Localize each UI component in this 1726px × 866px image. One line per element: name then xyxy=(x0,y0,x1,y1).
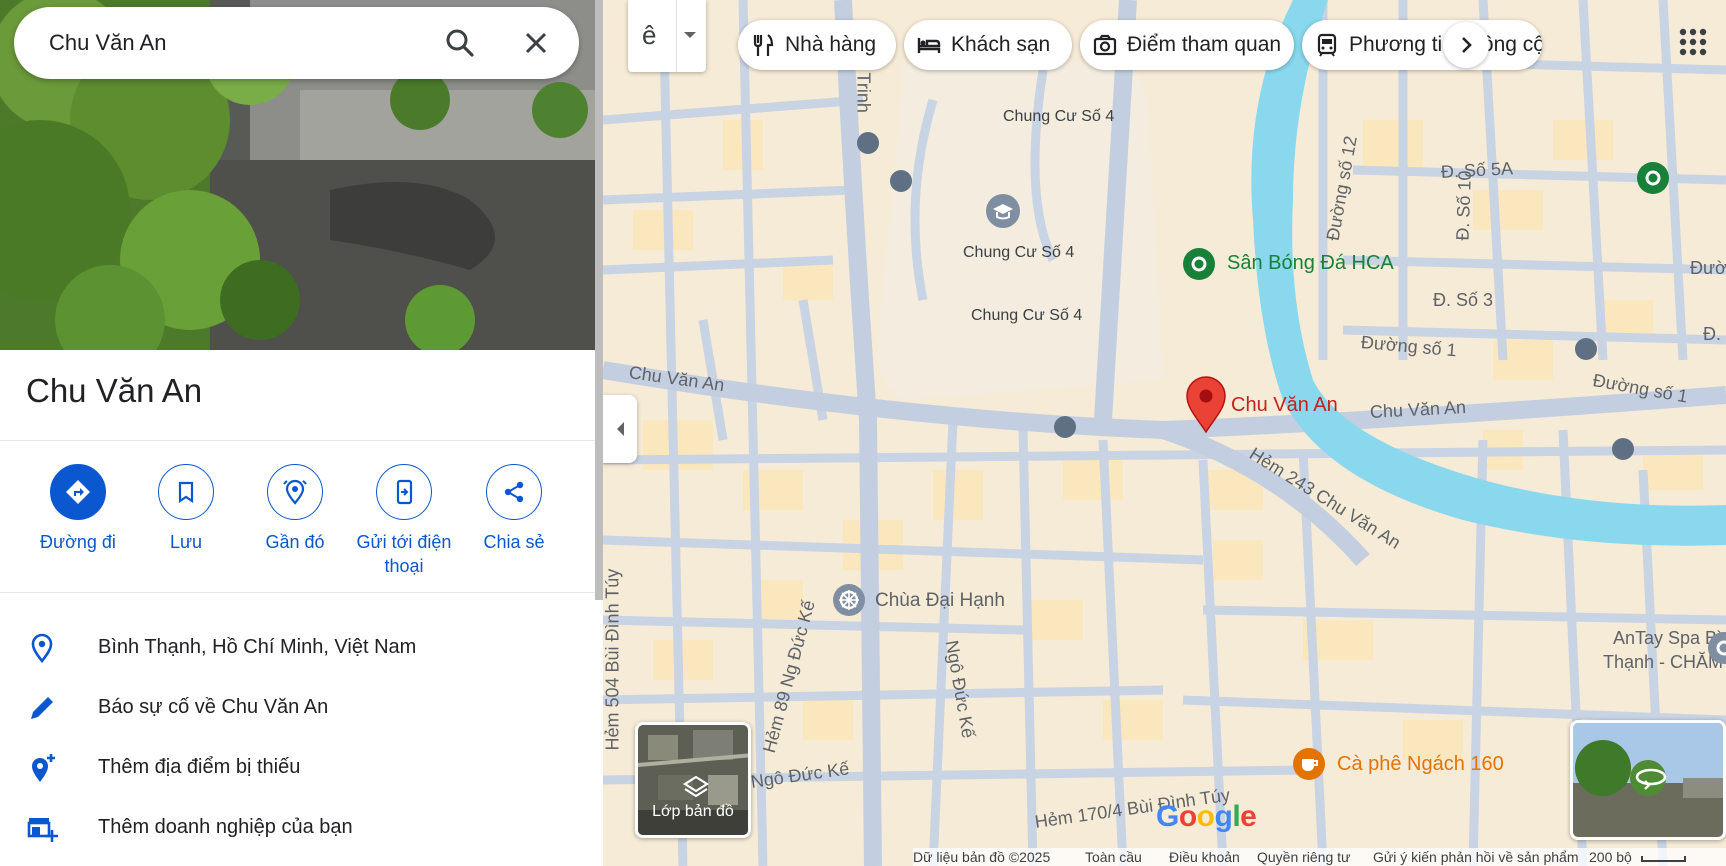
google-logo: Google xyxy=(1156,800,1257,833)
park-icon[interactable] xyxy=(1183,248,1215,280)
chip-hotels[interactable]: Khách sạn xyxy=(904,20,1072,70)
selected-place-pin-icon[interactable] xyxy=(1185,376,1227,434)
directions-icon xyxy=(50,464,106,520)
add-business-icon xyxy=(26,812,58,844)
address-text: Bình Thạnh, Hồ Chí Minh, Việt Nam xyxy=(98,636,417,658)
map-layers-button[interactable]: Lớp bản đồ xyxy=(635,722,751,838)
transit-icon xyxy=(1317,33,1337,57)
report-issue-row[interactable]: Báo sự cố về Chu Văn An xyxy=(0,680,595,736)
chip-label: Nhà hàng xyxy=(785,33,877,56)
street-label: Đườn xyxy=(1690,258,1726,278)
bus-stop-icon[interactable] xyxy=(890,170,912,192)
chip-label: Điểm tham quan xyxy=(1127,33,1282,56)
nearby-button[interactable]: Gần đó xyxy=(240,464,350,554)
temple-icon[interactable] xyxy=(833,584,865,616)
google-apps-button[interactable] xyxy=(1671,20,1715,64)
pencil-icon xyxy=(26,692,58,724)
apps-grid-icon xyxy=(1679,28,1707,56)
bus-stop-icon[interactable] xyxy=(1612,438,1634,460)
add-business-text: Thêm doanh nghiệp của bạn xyxy=(98,816,353,838)
directions-label: Đường đi xyxy=(40,532,116,552)
divider xyxy=(0,592,595,593)
map-label-building[interactable]: Chung Cư Số 4 xyxy=(971,307,1082,325)
chevron-left-icon xyxy=(617,422,624,436)
cafe-icon[interactable] xyxy=(1293,748,1325,780)
park-icon[interactable] xyxy=(1637,162,1669,194)
share-button[interactable]: Chia sẻ xyxy=(459,464,569,554)
address-row[interactable]: Bình Thạnh, Hồ Chí Minh, Việt Nam xyxy=(0,620,595,676)
chevron-down-icon[interactable] xyxy=(682,30,698,40)
send-to-phone-label: Gửi tới điện thoại xyxy=(356,532,452,576)
restaurant-icon xyxy=(753,34,774,56)
street-view-button[interactable] xyxy=(1570,720,1726,840)
map-canvas[interactable]: Chung Cư Số 4 Chung Cư Số 4 Chung Cư Số … xyxy=(603,0,1726,866)
share-icon xyxy=(486,464,542,520)
hotel-icon xyxy=(917,38,941,53)
bus-stop-icon[interactable] xyxy=(857,132,879,154)
place-panel: Chu Văn An Đường đi Lưu Gần đó Gửi tới đ… xyxy=(0,0,595,866)
scale-bar xyxy=(1641,856,1686,862)
global-link[interactable]: Toàn cầu xyxy=(1085,849,1142,865)
feedback-link[interactable]: Gửi ý kiến phản hồi về sản phẩm xyxy=(1373,849,1579,865)
privacy-link[interactable]: Quyền riêng tư xyxy=(1257,849,1350,865)
street-label: Đ. Số 5A xyxy=(1440,158,1514,182)
map-data-attribution[interactable]: Dữ liệu bản đồ ©2025 xyxy=(913,849,1050,865)
school-icon[interactable] xyxy=(986,194,1020,228)
poi-label-cafe[interactable]: Cà phê Ngách 160 xyxy=(1337,753,1504,776)
chips-next-button[interactable] xyxy=(1443,22,1489,68)
save-label: Lưu xyxy=(169,532,203,552)
send-to-phone-icon xyxy=(376,464,432,520)
street-label: Đ. Số 10 xyxy=(1452,170,1475,241)
search-icon[interactable] xyxy=(442,25,478,61)
chip-attractions[interactable]: Điểm tham quan xyxy=(1080,20,1294,70)
divider xyxy=(676,0,677,72)
poi-label-temple[interactable]: Chùa Đại Hạnh xyxy=(875,590,1005,612)
bookmark-icon xyxy=(158,464,214,520)
map-footer: Dữ liệu bản đồ ©2025 Toàn cầu Điều khoản… xyxy=(913,848,1726,866)
poi-label-park[interactable]: Sân Bóng Đá HCA xyxy=(1227,252,1394,275)
camera-icon xyxy=(1093,34,1117,56)
street-label: Đ. Số 3 xyxy=(1433,290,1494,310)
terms-link[interactable]: Điều khoản xyxy=(1169,849,1240,865)
map-layers-label: Lớp bản đồ xyxy=(652,803,734,820)
street-label: Hẻm 504 Bùi Đình Túy xyxy=(603,568,623,751)
rotate-360-icon xyxy=(1635,768,1667,790)
add-place-icon xyxy=(26,752,58,784)
add-missing-place-text: Thêm địa điểm bị thiếu xyxy=(98,756,301,778)
close-icon[interactable] xyxy=(518,25,554,61)
collapse-panel-button[interactable] xyxy=(603,395,637,463)
street-label: Đ. xyxy=(1703,324,1721,344)
selected-place-label[interactable]: Chu Văn An xyxy=(1231,394,1338,417)
chevron-right-icon xyxy=(1462,37,1472,53)
location-pin-icon xyxy=(26,632,58,664)
panel-scrollbar[interactable] xyxy=(595,0,603,600)
input-tools-char: ê xyxy=(642,20,657,50)
search-input[interactable] xyxy=(49,27,429,59)
report-issue-text: Báo sự cố về Chu Văn An xyxy=(98,696,329,718)
send-to-phone-button[interactable]: Gửi tới điện thoại xyxy=(349,464,459,578)
bus-stop-icon[interactable] xyxy=(1054,416,1076,438)
add-business-row[interactable]: Thêm doanh nghiệp của bạn xyxy=(0,800,595,856)
share-label: Chia sẻ xyxy=(483,532,545,552)
map-label-building[interactable]: Chung Cư Số 4 xyxy=(963,244,1074,262)
add-missing-place-row[interactable]: Thêm địa điểm bị thiếu xyxy=(0,740,595,796)
bus-stop-icon[interactable] xyxy=(1575,338,1597,360)
chip-restaurants[interactable]: Nhà hàng xyxy=(738,20,896,70)
chip-transit[interactable]: Phương tiện công cộng xyxy=(1302,20,1542,70)
chip-label: Khách sạn xyxy=(951,33,1051,56)
divider xyxy=(0,440,595,441)
save-button[interactable]: Lưu xyxy=(131,464,241,554)
street-label: Trinh xyxy=(853,72,874,113)
place-title: Chu Văn An xyxy=(26,372,203,409)
nearby-icon xyxy=(267,464,323,520)
layers-icon xyxy=(682,775,710,798)
search-box xyxy=(14,7,579,79)
map-label-building[interactable]: Chung Cư Số 4 xyxy=(1003,108,1114,126)
directions-button[interactable]: Đường đi xyxy=(23,464,133,554)
input-tools-button[interactable]: ê xyxy=(628,0,706,72)
nearby-label: Gần đó xyxy=(265,532,325,552)
spa-icon[interactable] xyxy=(1708,632,1726,664)
scale-label[interactable]: 200 bộ xyxy=(1589,849,1632,865)
